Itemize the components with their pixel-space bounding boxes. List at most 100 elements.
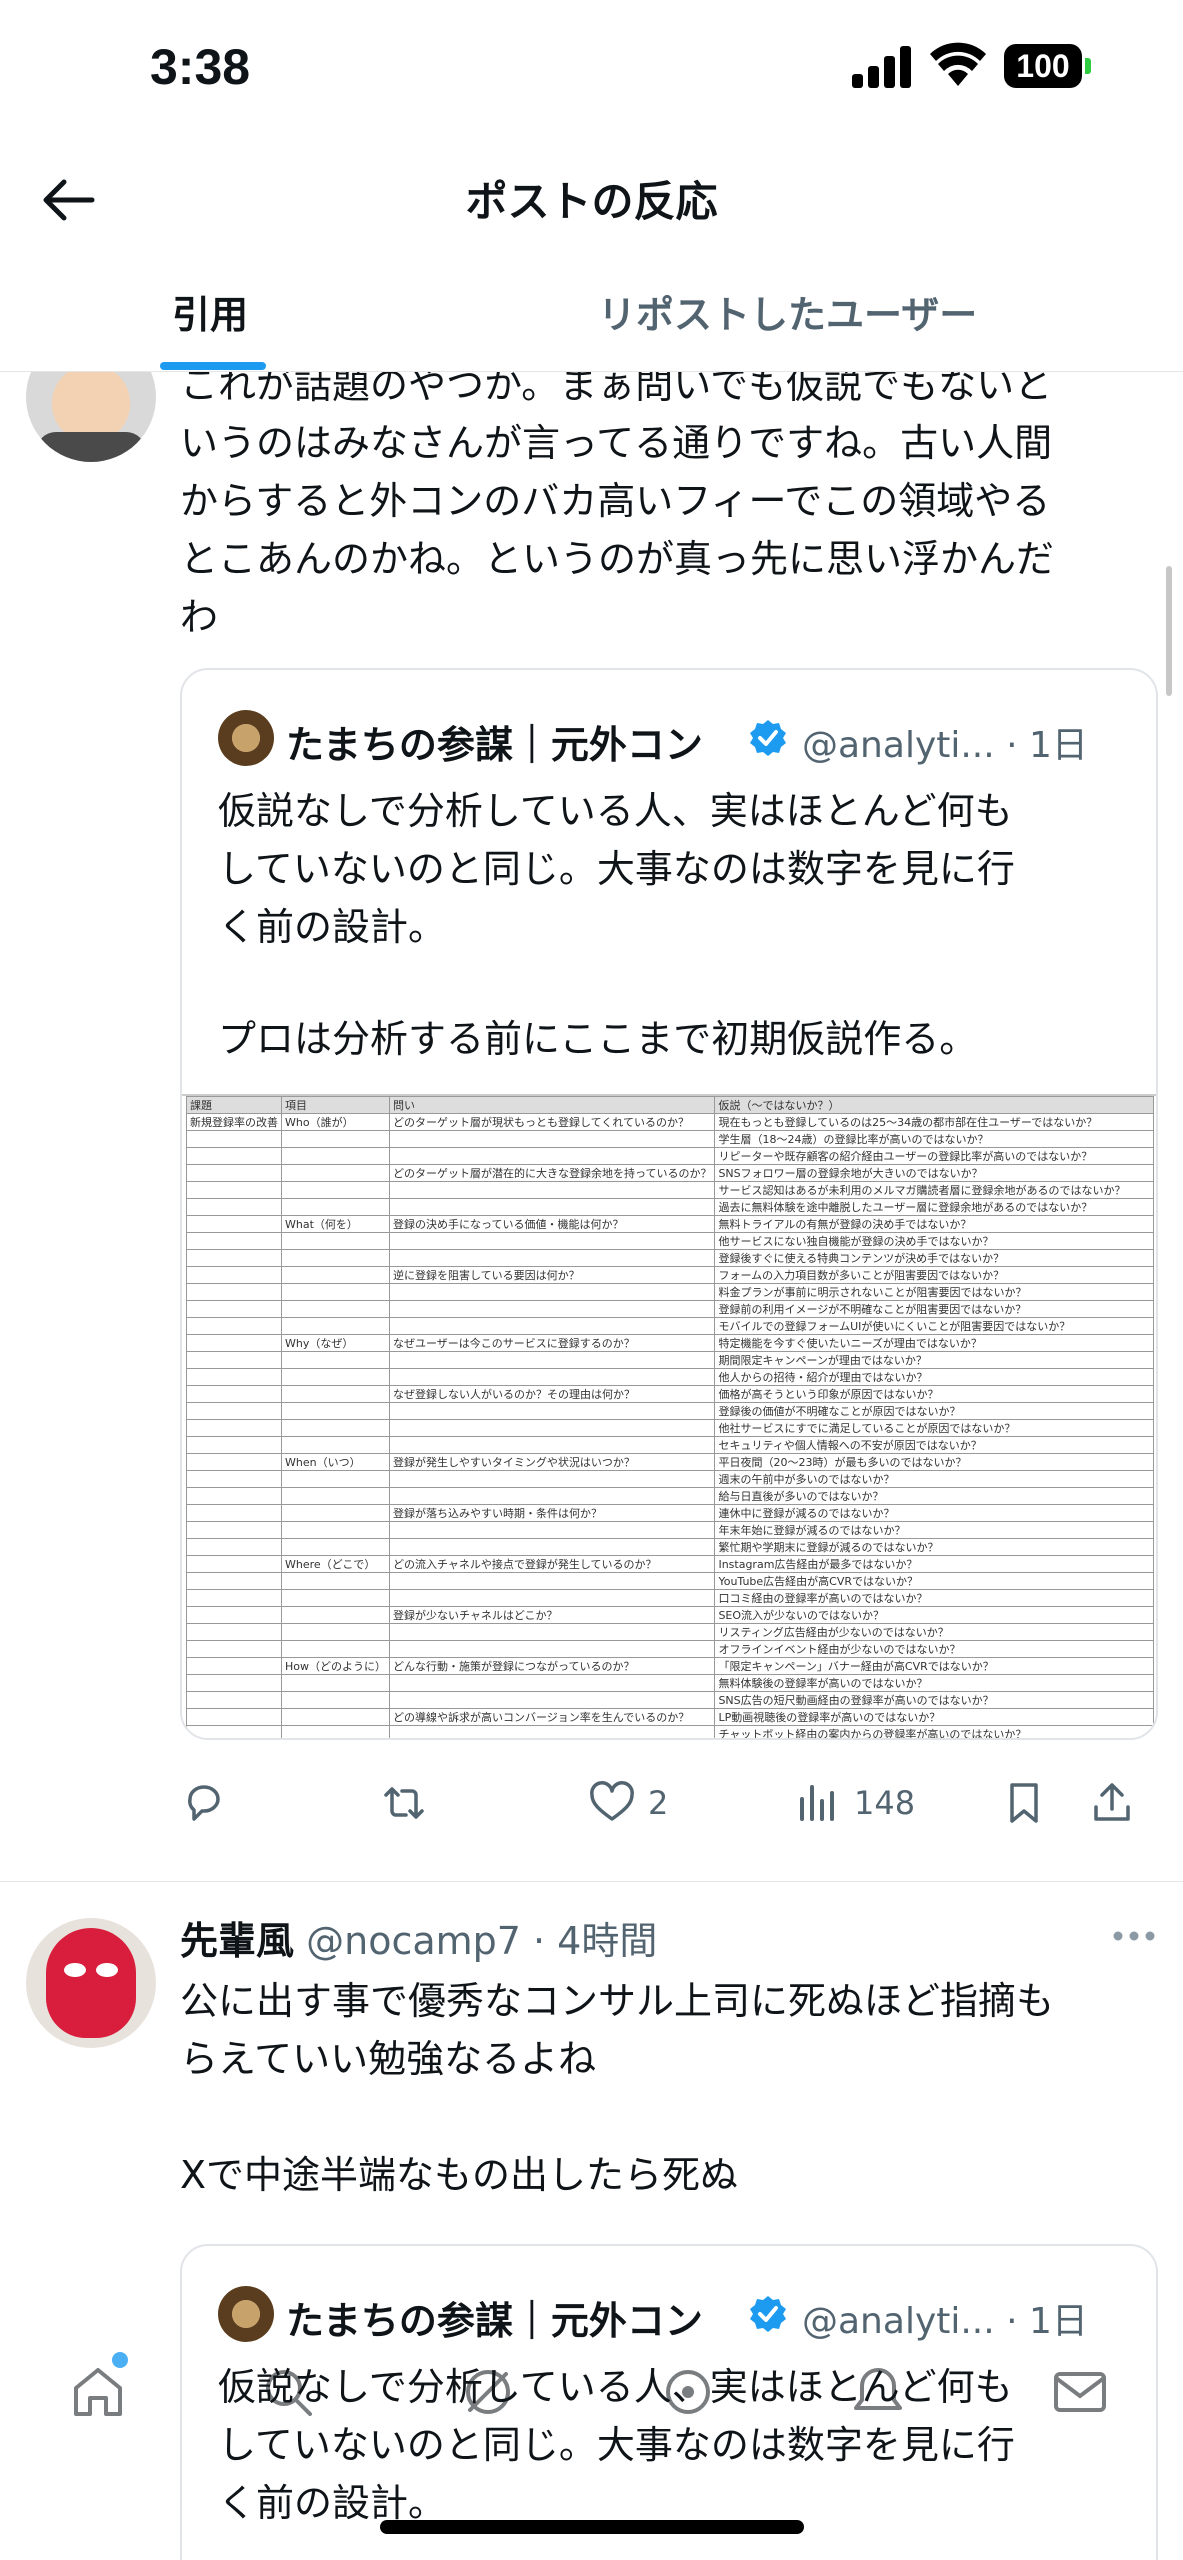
table-cell: [281, 1130, 390, 1148]
table-cell: 特定機能を今すぐ使いたいニーズが理由ではないか？: [714, 1334, 1154, 1352]
table-cell: 登録が発生しやすいタイミングや状況はいつか？: [388, 1453, 716, 1471]
hypothesis-table-image[interactable]: 課題 項目 問い 仮説（〜ではないか？） 新規登録率の改善 Who（誰が） どのターゲット…: [182, 1094, 1156, 1738]
table-cell: [186, 1164, 282, 1182]
table-cell: [281, 1164, 390, 1182]
home-icon[interactable]: [66, 2360, 130, 2424]
reply-button[interactable]: [180, 1768, 228, 1838]
share-button[interactable]: [1088, 1768, 1136, 1838]
repost-button[interactable]: [380, 1768, 428, 1838]
search-icon[interactable]: [256, 2360, 320, 2424]
table-row: なぜ登録しない人がいるのか？その理由は何か？ 価格が高そうという印象が原因ではない…: [186, 1385, 1154, 1403]
table-cell: [186, 1538, 282, 1556]
header: ポストの反応: [0, 140, 1183, 260]
table-cell: [186, 1317, 282, 1335]
communities-icon[interactable]: [656, 2360, 720, 2424]
page-title: ポストの反応: [465, 177, 718, 226]
table-cell: [281, 1640, 390, 1658]
table-cell: どのターゲット層が現状もっとも登録してくれているのか？: [388, 1113, 716, 1131]
table-cell: [281, 1249, 390, 1267]
table-cell: [281, 1436, 390, 1454]
home-indicator[interactable]: [380, 2520, 804, 2534]
table-cell: 学生層（18〜24歳）の登録比率が高いのではないか？: [714, 1130, 1154, 1148]
table-cell: [388, 1487, 716, 1505]
table-row: どのターゲット層が潜在的に大きな登録余地を持っているのか？ SNSフォロワー層の登…: [186, 1164, 1154, 1182]
table-row: 登録後すぐに使える特典コンテンツが決め手ではないか？: [186, 1249, 1154, 1267]
quoted-text-line: プロは分析する前にここまで初期仮説作る。: [218, 1017, 978, 1061]
table-cell: [281, 1504, 390, 1522]
table-cell: [186, 1606, 282, 1624]
battery-tip: [1085, 58, 1091, 74]
table-row: 登録後の価値が不明確なことが原因ではないか？: [186, 1402, 1154, 1420]
bookmark-icon: [1010, 1783, 1038, 1823]
quoted-post-header: たまちの参謀｜元外コン @analyti... · 1日: [218, 708, 1138, 768]
table-cell: [186, 1640, 282, 1658]
table-cell: [388, 1351, 716, 1369]
table-row: 過去に無料体験を途中離脱したユーザー層に登録余地があるのではないか？: [186, 1198, 1154, 1216]
grok-icon[interactable]: [456, 2360, 520, 2424]
cellular-signal-icon: [852, 44, 912, 88]
table-cell: [186, 1198, 282, 1216]
table-row: 週末の午前中が多いのではないか？: [186, 1470, 1154, 1488]
post[interactable]: これが話題のやつか。まぁ問いでも仮説でもないと いうのはみなさんが言ってる通りで…: [0, 372, 1183, 1882]
table-row: 他人からの招待・紹介が理由ではないか？: [186, 1368, 1154, 1386]
table-cell: [388, 1691, 716, 1709]
table-header-cell: 問い: [388, 1096, 716, 1114]
quoted-text: 仮説なしで分析している人、実はほとんど何も していないのと同じ。大事なのは数字を…: [218, 782, 1118, 956]
table-cell: 無料トライアルの有無が登録の決め手ではないか？: [714, 1215, 1154, 1233]
table-cell: 繁忙期や学期末に登録が減るのではないか？: [714, 1538, 1154, 1556]
messages-icon[interactable]: [1048, 2360, 1112, 2424]
table-cell: 口コミ経由の登録率が高いのではないか？: [714, 1589, 1154, 1607]
table-row: モバイルでの登録フォームUIが使いにくいことが阻害要因ではないか？: [186, 1317, 1154, 1335]
table-cell: [186, 1283, 282, 1301]
table-cell: [281, 1266, 390, 1284]
table-cell: 逆に登録を阻害している要因は何か？: [388, 1266, 716, 1284]
table-cell: [186, 1300, 282, 1318]
avatar[interactable]: [26, 1918, 156, 2048]
tab-quotes[interactable]: 引用: [172, 284, 248, 339]
table-cell: How（どのように）: [281, 1657, 390, 1675]
table-row: SNS広告の短尺動画経由の登録率が高いのではないか？: [186, 1691, 1154, 1709]
scrollbar[interactable]: [1166, 566, 1172, 696]
table-cell: [388, 1198, 716, 1216]
tab-reposts[interactable]: リポストしたユーザー: [598, 284, 977, 339]
table-cell: [388, 1300, 716, 1318]
avatar[interactable]: [26, 372, 156, 462]
table-row: 他社サービスにすでに満足していることが原因ではないか？: [186, 1419, 1154, 1437]
more-options-icon[interactable]: [1112, 1930, 1156, 1942]
quoted-post[interactable]: たまちの参謀｜元外コン @analyti... · 1日 仮説なしで分析している…: [180, 668, 1158, 1740]
table-cell: 現在もっとも登録しているのは25〜34歳の都市部在住ユーザーではないか？: [714, 1113, 1154, 1131]
table-cell: [388, 1572, 716, 1590]
table-cell: どんな行動・施策が登録につながっているのか？: [388, 1657, 716, 1675]
post-text: これが話題のやつか。まぁ問いでも仮説でもないと いうのはみなさんが言ってる通りで…: [180, 372, 1140, 646]
table-row: 逆に登録を阻害している要因は何か？ フォームの入力項目数が多いことが阻害要因ではな…: [186, 1266, 1154, 1284]
like-button[interactable]: 2: [588, 1768, 668, 1838]
table-cell: YouTube広告経由が高CVRではないか？: [714, 1572, 1154, 1590]
like-count: 2: [648, 1784, 669, 1822]
notifications-icon[interactable]: [846, 2360, 910, 2424]
table-cell: [186, 1181, 282, 1199]
reply-icon: [188, 1785, 220, 1821]
table-cell: [186, 1708, 282, 1726]
table-cell: サービス認知はあるが未利用のメルマガ購読者層に登録余地があるのではないか？: [714, 1181, 1154, 1199]
table-row: 新規登録率の改善 Who（誰が） どのターゲット層が現状もっとも登録してくれているの…: [186, 1113, 1154, 1131]
table-cell: 年末年始に登録が減るのではないか？: [714, 1521, 1154, 1539]
table-row: 他サービスにない独自機能が登録の決め手ではないか？: [186, 1232, 1154, 1250]
table-cell: 給与日直後が多いのではないか？: [714, 1487, 1154, 1505]
table-cell: [186, 1487, 282, 1505]
table-cell: [186, 1266, 282, 1284]
table-cell: Why（なぜ）: [281, 1334, 390, 1352]
table-row: セキュリティや個人情報への不安が原因ではないか？: [186, 1436, 1154, 1454]
views-button[interactable]: 148: [794, 1768, 915, 1838]
quoted-handle-time: @analyti... · 1日: [802, 725, 1088, 766]
table-row: 学生層（18〜24歳）の登録比率が高いのではないか？: [186, 1130, 1154, 1148]
author-name[interactable]: 先輩風: [180, 1919, 294, 1963]
table-row: チャットボット経由の案内からの登録率が高いのではないか？: [186, 1725, 1154, 1738]
table-row: 登録前の利用イメージが不明確なことが阻害要因ではないか？: [186, 1300, 1154, 1318]
table-cell: [388, 1623, 716, 1641]
table-cell: 平日夜間（20〜23時）が最も多いのではないか？: [714, 1453, 1154, 1471]
bookmark-button[interactable]: [1000, 1768, 1048, 1838]
table-cell: [281, 1708, 390, 1726]
table-cell: [281, 1691, 390, 1709]
table-cell: [186, 1572, 282, 1590]
post-text: 公に出す事で優秀なコンサル上司に死ぬほど指摘も らえていい勉強なるよね Xで中途…: [180, 1972, 1140, 2204]
